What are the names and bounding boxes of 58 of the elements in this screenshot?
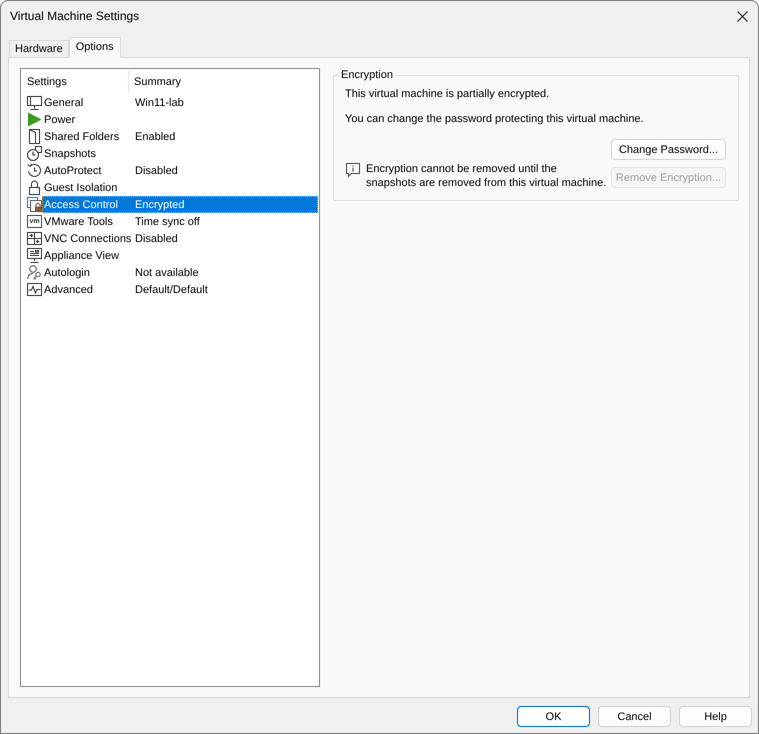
setting-name: Appliance View [44, 250, 120, 262]
setting-name: Snapshots [44, 148, 96, 160]
tab[interactable]: Options [68, 37, 121, 58]
settings-row[interactable]: Autologin Not available [42, 264, 318, 281]
setting-name: General [44, 96, 84, 108]
setting-summary: Encrypted [135, 198, 185, 210]
close-icon [736, 10, 748, 22]
settings-row[interactable]: Snapshots [42, 145, 318, 162]
settings-row[interactable]: Access Control Encrypted [42, 196, 318, 213]
settings-row[interactable]: VNC Connections Disabled [42, 230, 318, 247]
setting-name: Power [44, 114, 76, 126]
history-icon [27, 163, 42, 178]
monitor-list-icon [27, 248, 42, 263]
settings-row[interactable]: Advanced Default/Default [42, 281, 318, 298]
dialog-button[interactable]: Help [679, 706, 752, 727]
setting-summary: Disabled [135, 164, 178, 176]
group-title: Encryption [340, 68, 394, 82]
window-title: Virtual Machine Settings [10, 9, 140, 23]
setting-name: Advanced [44, 284, 93, 296]
settings-row[interactable]: Appliance View [42, 247, 318, 264]
grid-arrows-icon [27, 231, 42, 246]
tab[interactable]: Hardware [9, 40, 69, 58]
pulse-icon [27, 282, 42, 297]
settings-row[interactable]: Guest Isolation [42, 179, 318, 196]
setting-name: AutoProtect [44, 164, 102, 176]
setting-name: Guest Isolation [44, 182, 118, 194]
setting-summary: Time sync off [135, 216, 200, 228]
clock-icon [27, 146, 42, 161]
settings-row[interactable]: AutoProtect Disabled [42, 162, 318, 179]
door-icon [27, 129, 42, 144]
status-text: This virtual machine is partially encrypted. [345, 87, 550, 101]
info-icon [346, 163, 360, 177]
setting-name: VNC Connections [44, 232, 132, 244]
setting-name: Shared Folders [44, 130, 120, 142]
user-key-icon [27, 265, 42, 280]
settings-row[interactable]: VMware Tools Time sync off [42, 213, 318, 230]
setting-name: Access Control [44, 198, 118, 210]
settings-row[interactable]: Power [42, 111, 318, 128]
encryption-button[interactable]: Change Password... [611, 139, 726, 160]
lock-window-icon [27, 197, 42, 212]
settings-row[interactable]: Shared Folders Enabled [42, 128, 318, 145]
notice-text: Encryption cannot be removed until the snapshots are removed from this virtual machine. [366, 162, 606, 190]
setting-name: VMware Tools [44, 216, 113, 228]
column-header[interactable]: Summary [134, 76, 182, 88]
setting-summary: Default/Default [135, 284, 208, 296]
monitor-icon [27, 95, 42, 110]
password-text: You can change the password protecting this virtual machine. [345, 112, 645, 126]
dialog-button[interactable]: OK [517, 706, 590, 727]
setting-summary: Enabled [135, 130, 176, 142]
setting-summary: Disabled [135, 232, 178, 244]
padlock-icon [27, 180, 42, 195]
setting-summary: Not available [135, 266, 199, 278]
setting-name: Autologin [44, 266, 90, 278]
setting-summary: Win11-lab [135, 96, 184, 108]
column-header[interactable]: Settings [27, 76, 67, 88]
settings-row[interactable]: General Win11-lab [42, 94, 318, 111]
play-icon [27, 112, 42, 127]
dialog-button[interactable]: Cancel [598, 706, 671, 727]
